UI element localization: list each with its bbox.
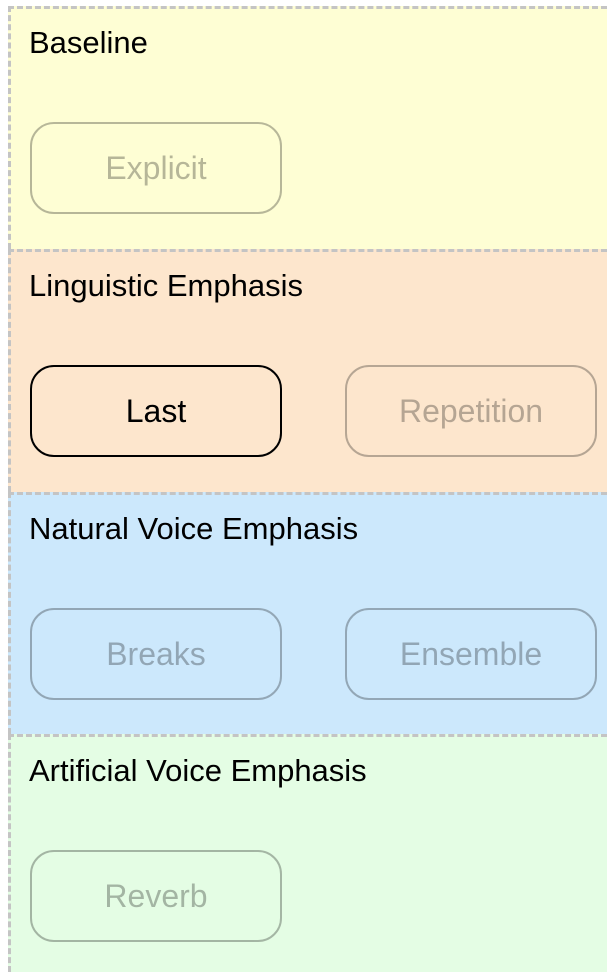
node-last[interactable]: Last bbox=[30, 365, 282, 457]
group-artificial-voice-emphasis: Artificial Voice Emphasis Reverb bbox=[8, 734, 607, 972]
node-ensemble[interactable]: Ensemble bbox=[345, 608, 597, 700]
group-title-baseline: Baseline bbox=[29, 25, 148, 60]
node-repetition[interactable]: Repetition bbox=[345, 365, 597, 457]
node-explicit[interactable]: Explicit bbox=[30, 122, 282, 214]
group-baseline: Baseline Explicit bbox=[8, 6, 607, 249]
emphasis-diagram: Baseline Explicit Linguistic Emphasis La… bbox=[0, 0, 607, 972]
group-title-artificial-voice-emphasis: Artificial Voice Emphasis bbox=[29, 753, 367, 788]
node-reverb[interactable]: Reverb bbox=[30, 850, 282, 942]
group-linguistic-emphasis: Linguistic Emphasis Last Repetition bbox=[8, 249, 607, 492]
group-natural-voice-emphasis: Natural Voice Emphasis Breaks Ensemble bbox=[8, 492, 607, 734]
group-title-natural-voice-emphasis: Natural Voice Emphasis bbox=[29, 511, 359, 546]
node-breaks[interactable]: Breaks bbox=[30, 608, 282, 700]
group-title-linguistic-emphasis: Linguistic Emphasis bbox=[29, 268, 303, 303]
